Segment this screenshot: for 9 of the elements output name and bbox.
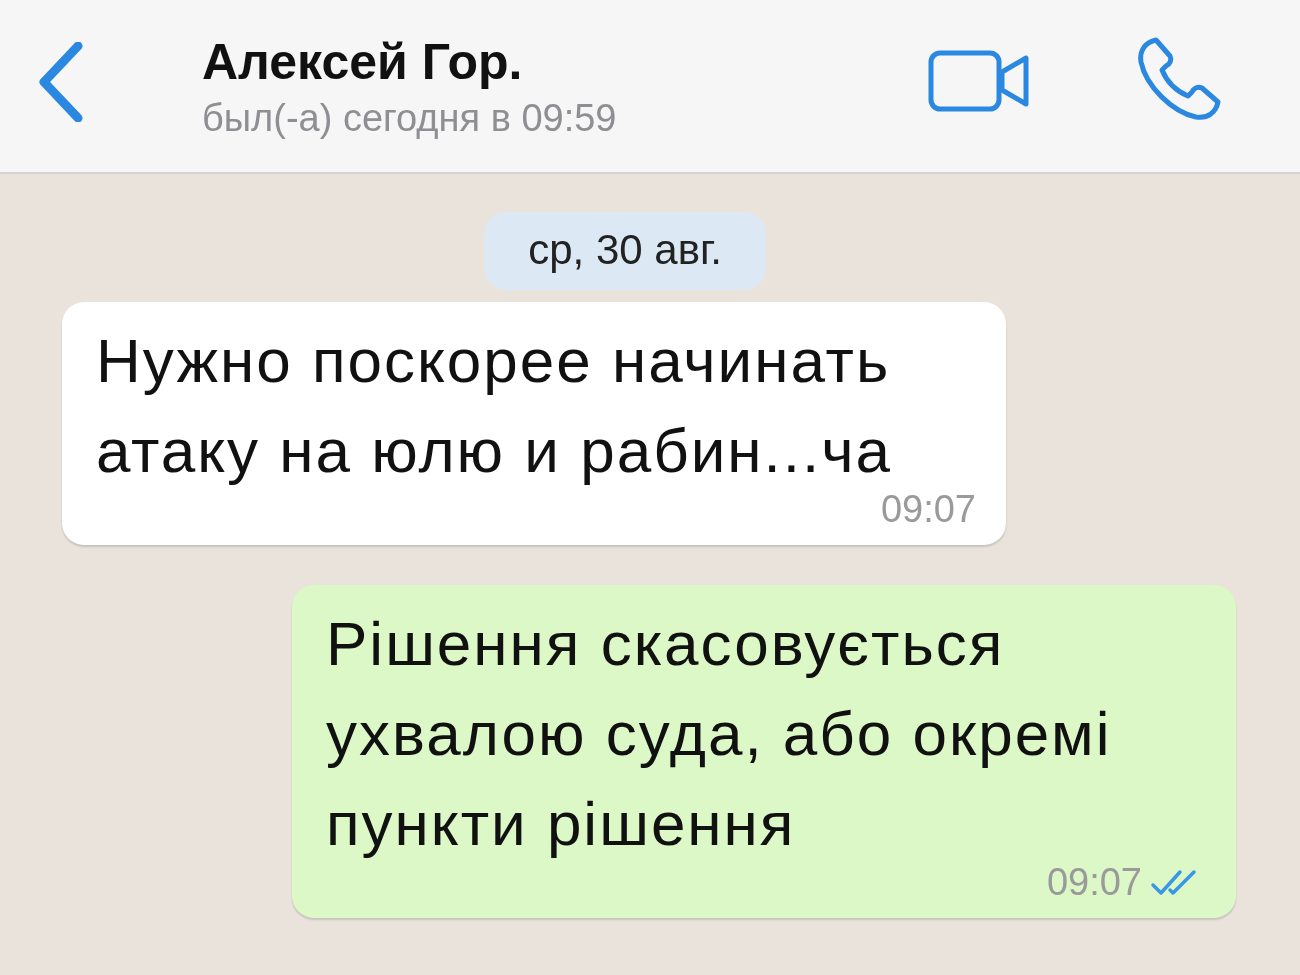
contact-name[interactable]: Алексей Гор. <box>202 32 928 91</box>
message-time: 09:07 <box>1046 861 1142 904</box>
message-text: Нужно поскорее начинать атаку на юлю и рабин...ча <box>96 325 893 487</box>
video-call-icon[interactable] <box>928 50 1032 112</box>
date-label: ср, 30 авг. <box>484 212 766 290</box>
message-time: 09:07 <box>880 488 976 531</box>
last-seen-status: был(-а) сегодня в 09:59 <box>202 96 618 140</box>
phone-icon[interactable] <box>1136 36 1222 122</box>
message-text: Рішення скасовується ухвалою суда, або окремі пункти рішення <box>326 608 1113 860</box>
